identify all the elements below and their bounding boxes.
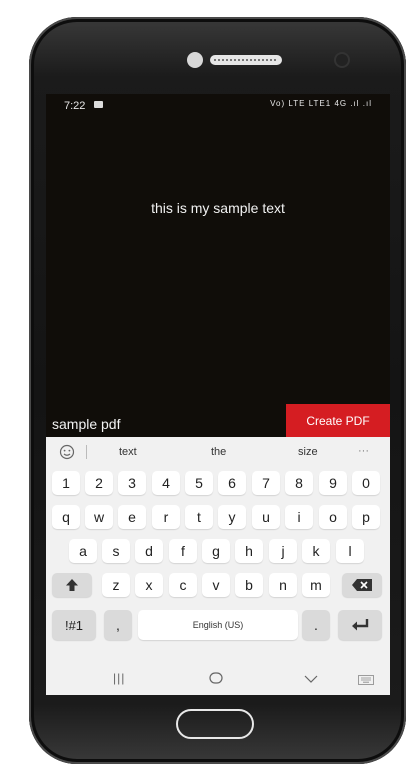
suggestion-bar: text the size ··· [46,437,390,467]
backspace-key[interactable] [342,573,382,597]
emoji-icon[interactable] [58,443,76,464]
key-n[interactable]: n [269,573,297,597]
key-z[interactable]: z [102,573,130,597]
home-icon[interactable] [209,671,223,688]
key-8[interactable]: 8 [285,471,313,495]
key-6[interactable]: 6 [218,471,246,495]
key-c[interactable]: c [169,573,197,597]
key-v[interactable]: v [202,573,230,597]
recents-icon[interactable]: ||| [113,671,125,685]
phone-screen: 7:22 Vo) LTE LTE1 4G .ıl .ıl this is my … [46,94,390,695]
comma-key[interactable]: , [104,610,132,640]
pdf-action-row: sample pdf Create PDF [46,404,390,438]
navigation-bar: ||| [46,666,390,695]
more-options-icon[interactable]: ··· [358,445,369,457]
key-b[interactable]: b [235,573,263,597]
proximity-sensor [336,54,348,66]
shift-icon [66,579,78,591]
key-j[interactable]: j [269,539,297,563]
key-y[interactable]: y [218,505,246,529]
enter-key[interactable] [338,610,382,640]
key-l[interactable]: l [336,539,364,563]
key-t[interactable]: t [185,505,213,529]
key-p[interactable]: p [352,505,380,529]
front-camera [187,52,203,68]
document-text[interactable]: this is my sample text [46,200,390,216]
enter-icon [352,619,369,631]
space-key[interactable]: English (US) [138,610,298,640]
pdf-name-input[interactable]: sample pdf [52,416,120,432]
emoji-icon-svg [59,444,75,460]
key-7[interactable]: 7 [252,471,280,495]
key-4[interactable]: 4 [152,471,180,495]
chevron-down-icon[interactable] [304,672,318,687]
key-i[interactable]: i [285,505,313,529]
key-k[interactable]: k [302,539,330,563]
key-u[interactable]: u [252,505,280,529]
key-q[interactable]: q [52,505,80,529]
key-5[interactable]: 5 [185,471,213,495]
message-icon [94,101,103,108]
backspace-icon [352,579,372,591]
key-r[interactable]: r [152,505,180,529]
create-pdf-button[interactable]: Create PDF [286,404,390,438]
keyboard: text the size ··· 1 2 3 4 5 6 7 8 9 0 q … [46,437,390,695]
status-bar: 7:22 Vo) LTE LTE1 4G .ıl .ıl [46,94,390,118]
key-o[interactable]: o [319,505,347,529]
key-3[interactable]: 3 [118,471,146,495]
key-m[interactable]: m [302,573,330,597]
shift-key[interactable] [52,573,92,597]
symbols-key[interactable]: !#1 [52,610,96,640]
key-x[interactable]: x [135,573,163,597]
key-1[interactable]: 1 [52,471,80,495]
period-key[interactable]: . [302,610,330,640]
key-g[interactable]: g [202,539,230,563]
key-a[interactable]: a [69,539,97,563]
suggestion-2[interactable]: the [211,446,226,458]
keyboard-icon-svg [358,675,374,685]
home-icon-svg [209,672,223,684]
key-w[interactable]: w [85,505,113,529]
status-time: 7:22 [64,100,86,112]
key-s[interactable]: s [102,539,130,563]
divider [86,445,87,459]
key-2[interactable]: 2 [85,471,113,495]
key-h[interactable]: h [235,539,263,563]
key-0[interactable]: 0 [352,471,380,495]
key-9[interactable]: 9 [319,471,347,495]
keyboard-icon[interactable] [358,673,374,688]
key-f[interactable]: f [169,539,197,563]
suggestion-1[interactable]: text [119,446,137,458]
key-e[interactable]: e [118,505,146,529]
suggestion-3[interactable]: size [298,446,318,458]
key-d[interactable]: d [135,539,163,563]
chevron-down-svg [304,675,318,683]
network-status: Vo) LTE LTE1 4G .ıl .ıl [270,99,372,108]
physical-home-button[interactable] [176,709,254,739]
earpiece-speaker [210,55,282,65]
